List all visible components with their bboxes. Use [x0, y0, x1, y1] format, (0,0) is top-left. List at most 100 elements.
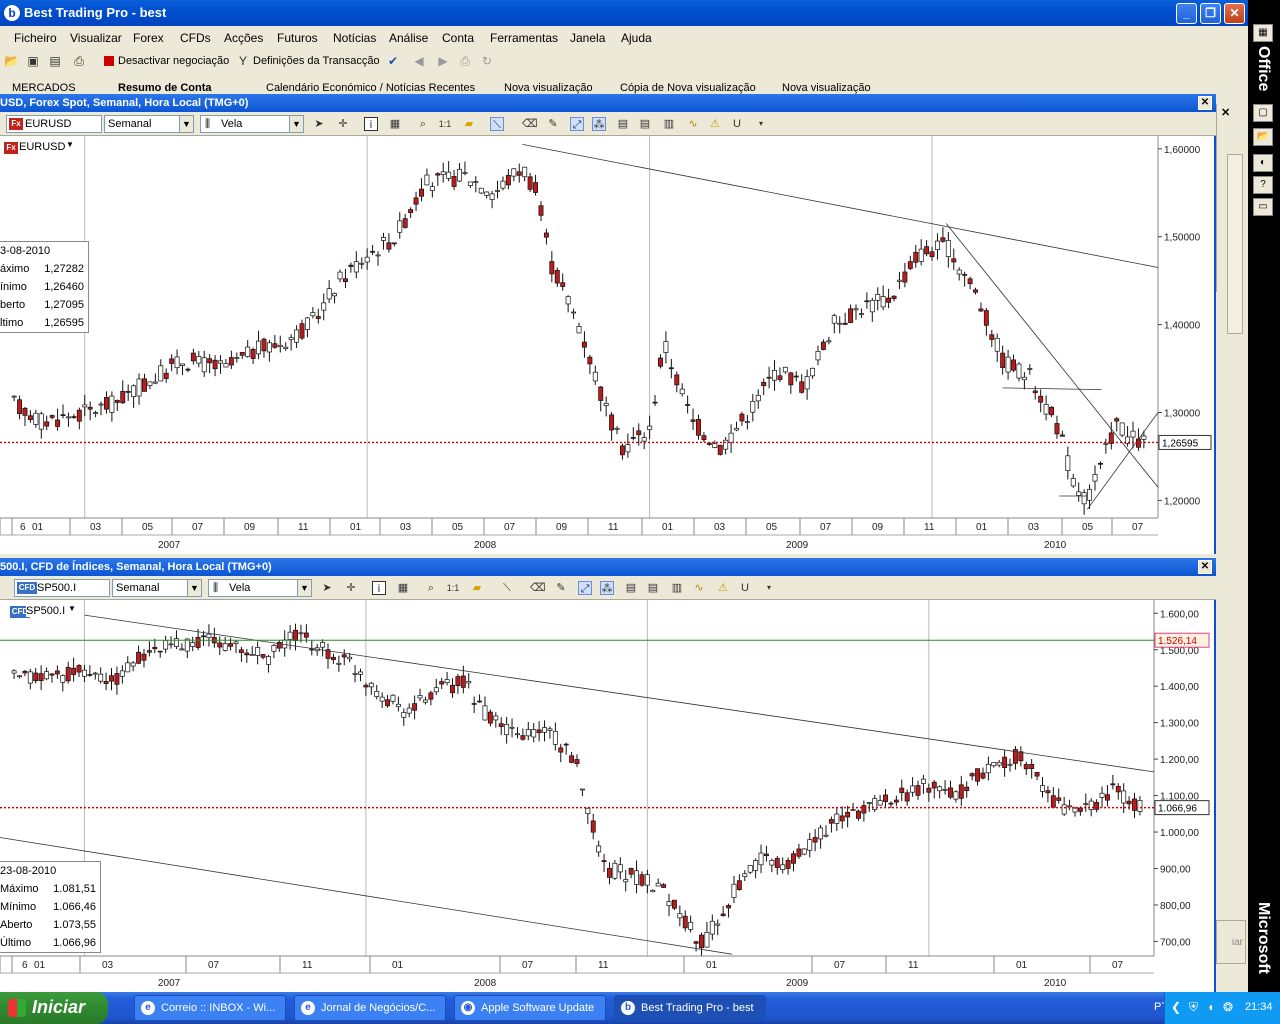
forward-arrow-icon[interactable]: ▶ [436, 54, 450, 68]
outlook-icon[interactable]: ◐ [1253, 154, 1273, 172]
pointer-icon[interactable]: ➤ [312, 117, 326, 131]
magnet-snap-icon[interactable]: U [730, 117, 744, 131]
magnet-icon[interactable]: ⁂ [600, 581, 614, 595]
zoom-1to1-icon[interactable]: 1:1 [446, 581, 460, 595]
print-icon[interactable]: ⎙ [72, 54, 86, 68]
tab-mercados[interactable]: MERCADOS [12, 82, 76, 94]
eraser-icon[interactable]: ⌫ [522, 117, 538, 131]
refresh-icon[interactable]: ↻ [480, 54, 494, 68]
toolbar-overflow-icon[interactable]: ▾ [754, 117, 768, 131]
tab-nova-visualizacao-2[interactable]: Nova visualização [782, 82, 871, 94]
paint-icon[interactable]: ✎ [546, 117, 560, 131]
chart-type-select[interactable]: ⫼ Vela ▼ [200, 115, 304, 133]
crosshair-icon[interactable]: ✛ [336, 117, 350, 131]
menu-forex[interactable]: Forex [133, 31, 164, 45]
magnet-icon[interactable]: ⁂ [592, 117, 606, 131]
chart-window-title-bar[interactable]: 500.I, CFD de Índices, Semanal, Hora Loc… [0, 558, 1216, 576]
menu-ferramentas[interactable]: Ferramentas [490, 31, 558, 45]
chart-type-select[interactable]: ⫼ Vela ▼ [208, 579, 312, 597]
symbol-input[interactable]: Fx EURUSD [6, 115, 102, 133]
chart-legend-label[interactable]: SP500.I [26, 605, 66, 617]
wave-icon[interactable]: ∿ [692, 581, 706, 595]
help-icon[interactable]: ? [1253, 176, 1273, 194]
grid-icon[interactable]: ▦ [396, 581, 410, 595]
chart-legend-label[interactable]: EURUSD [19, 141, 65, 153]
indicator-icon-2[interactable]: ▤ [646, 581, 660, 595]
autoscale-icon[interactable]: ⤢ [570, 117, 584, 131]
tab-nova-visualizacao[interactable]: Nova visualização [504, 82, 593, 94]
menu-analise[interactable]: Análise [389, 31, 428, 45]
alert-icon[interactable]: ⚠ [716, 581, 730, 595]
grid-icon[interactable]: ▦ [388, 117, 402, 131]
indicator-icon-1[interactable]: ▤ [616, 117, 630, 131]
menu-accoes[interactable]: Acções [224, 31, 263, 45]
trendline-icon[interactable]: ⟍ [500, 581, 514, 595]
wave-icon[interactable]: ∿ [686, 117, 700, 131]
toolbar-overflow-icon[interactable]: ▾ [762, 581, 776, 595]
clock[interactable]: 21:34 [1245, 1001, 1273, 1013]
sp500-chart[interactable]: 1.600,001.500,001.400,001.300,001.200,00… [0, 600, 1214, 992]
title-bar[interactable]: b Best Trading Pro - best _ ❐ ✕ [0, 0, 1248, 26]
chart-close-button[interactable]: ✕ [1198, 96, 1212, 110]
crosshair-icon[interactable]: ✛ [344, 581, 358, 595]
tray-expand-icon[interactable]: ❮ [1171, 1000, 1181, 1014]
side-close-icon[interactable]: ✕ [1221, 106, 1230, 119]
eurusd-chart[interactable]: 1,60000 1,50000 1,40000 1,30000 1,20000 1,265… [0, 136, 1214, 554]
partial-panel-button[interactable]: iar [1216, 920, 1246, 964]
alert-icon[interactable]: ⚠ [708, 117, 722, 131]
menu-cfds[interactable]: CFDs [180, 31, 211, 45]
security-shield-icon[interactable]: ⛨ [1189, 1000, 1198, 1015]
minimize-button[interactable]: _ [1176, 3, 1197, 24]
symbol-input[interactable]: CFD SP500.I [14, 579, 110, 597]
new-document-icon[interactable]: ▢ [1253, 104, 1273, 122]
menu-janela[interactable]: Janela [570, 31, 605, 45]
info-icon[interactable]: i [364, 117, 378, 131]
zoom-icon[interactable]: ⌕ [416, 117, 430, 131]
indicator-icon-2[interactable]: ▤ [638, 117, 652, 131]
menu-futuros[interactable]: Futuros [277, 31, 318, 45]
deactivate-trading-button[interactable]: Desactivar negociação [118, 55, 229, 67]
period-select[interactable]: Semanal ▼ [104, 115, 194, 133]
zoom-1to1-icon[interactable]: 1:1 [438, 117, 452, 131]
menu-conta[interactable]: Conta [442, 31, 474, 45]
maximize-button[interactable]: ❐ [1200, 3, 1221, 24]
open-document-icon[interactable]: 📂 [1253, 128, 1273, 146]
back-arrow-icon[interactable]: ◀ [412, 54, 426, 68]
menu-noticias[interactable]: Notícias [333, 31, 376, 45]
folder-icon[interactable]: ▰ [462, 117, 476, 131]
folder-icon[interactable]: ▰ [470, 581, 484, 595]
indicator-icon-3[interactable]: ▥ [670, 581, 684, 595]
tab-calendario[interactable]: Calendário Económico / Notícias Recentes [266, 82, 475, 94]
office-console-icon[interactable]: ▭ [1253, 198, 1273, 216]
info-icon[interactable]: i [372, 581, 386, 595]
task-jornal[interactable]: e Jornal de Negócios/C... [294, 995, 446, 1021]
menu-visualizar[interactable]: Visualizar [70, 31, 122, 45]
tab-copia-nova-visualizacao[interactable]: Cópia de Nova visualização [620, 82, 756, 94]
indicator-icon-3[interactable]: ▥ [662, 117, 676, 131]
autoscale-icon[interactable]: ⤢ [578, 581, 592, 595]
open-folder-icon[interactable]: 📂 [4, 54, 19, 68]
magnet-snap-icon[interactable]: U [738, 581, 752, 595]
task-apple-update[interactable]: ◉ Apple Software Update [454, 995, 606, 1021]
chart-close-button[interactable]: ✕ [1198, 560, 1212, 574]
save-icon[interactable]: ▣ [26, 54, 40, 68]
pointer-icon[interactable]: ➤ [320, 581, 334, 595]
volume-icon[interactable]: ◖ [1207, 1000, 1214, 1014]
indicator-icon-1[interactable]: ▤ [624, 581, 638, 595]
check-icon[interactable]: ✔ [386, 54, 400, 68]
zoom-icon[interactable]: ⌕ [424, 581, 438, 595]
task-mail[interactable]: e Correio :: INBOX - Wi... [134, 995, 286, 1021]
save-all-icon[interactable]: ▤ [48, 54, 62, 68]
print-preview-icon[interactable]: ⎙ [458, 54, 472, 68]
legend-dropdown-icon[interactable]: ▼ [68, 604, 76, 613]
start-button[interactable]: Iniciar [0, 992, 108, 1024]
legend-dropdown-icon[interactable]: ▼ [66, 140, 74, 149]
tab-resumo-conta[interactable]: Resumo de Conta [118, 82, 212, 94]
eraser-icon[interactable]: ⌫ [530, 581, 546, 595]
side-scrollbar[interactable] [1227, 154, 1243, 334]
menu-ficheiro[interactable]: Ficheiro [14, 31, 57, 45]
trendline-icon[interactable]: ⟍ [490, 117, 504, 131]
office-button-1[interactable]: ▦ [1253, 24, 1273, 42]
network-icon[interactable]: ❂ [1223, 1000, 1233, 1014]
paint-icon[interactable]: ✎ [554, 581, 568, 595]
